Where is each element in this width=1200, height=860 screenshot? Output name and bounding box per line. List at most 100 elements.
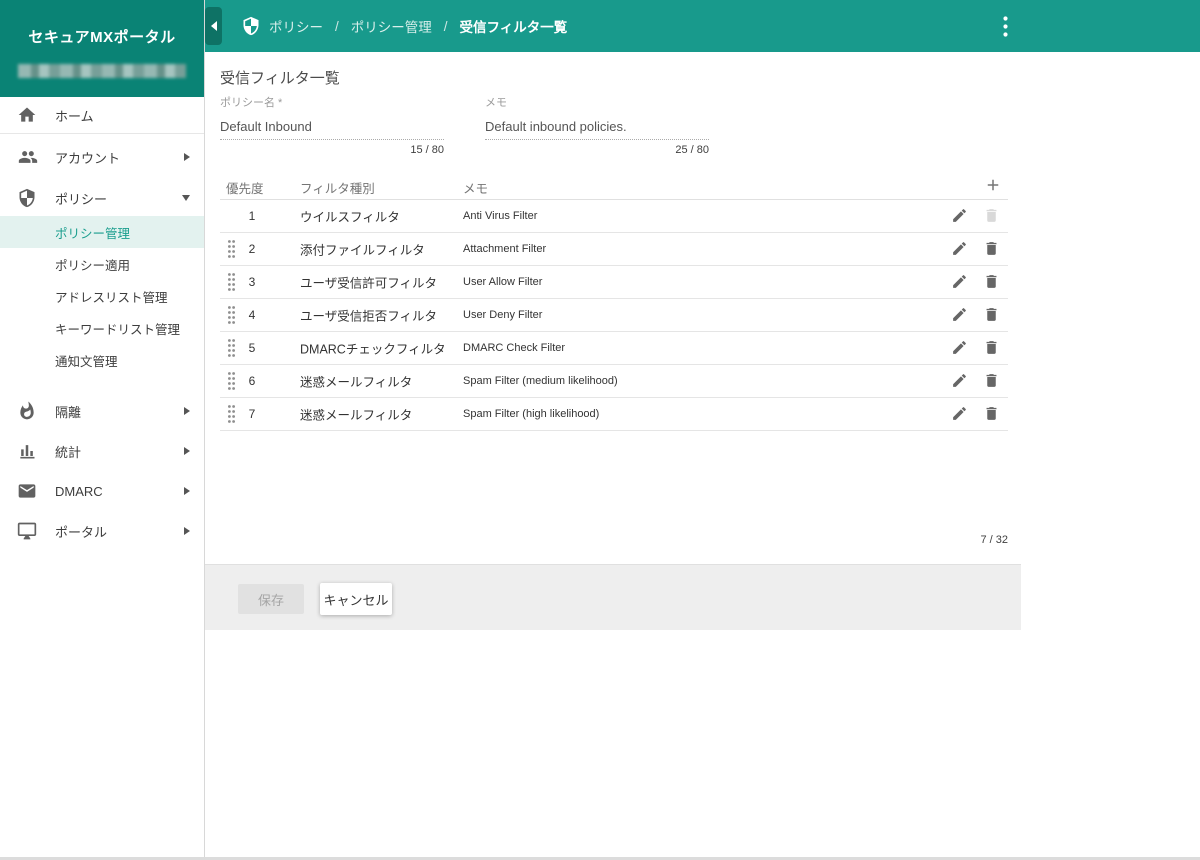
table-row: 1 ウイルスフィルタ Anti Virus Filter [220,200,1008,233]
row-memo: User Deny Filter [463,309,543,321]
edit-button[interactable] [951,240,969,258]
drag-handle-icon[interactable] [227,239,236,259]
edit-button[interactable] [951,273,969,291]
drag-handle-icon[interactable] [227,272,236,292]
sidebar-item-policy-management[interactable]: ポリシー管理 [0,216,204,248]
sidebar-item-statistics[interactable]: 統計 [0,431,204,471]
delete-button [983,207,1001,225]
delete-button[interactable] [983,240,1001,258]
policy-name-field: ポリシー名 * Default Inbound 15 / 80 [220,94,444,156]
delete-button[interactable] [983,339,1001,357]
table-row: 4 ユーザ受信拒否フィルタ User Deny Filter [220,299,1008,332]
table-row: 5 DMARCチェックフィルタ DMARC Check Filter [220,332,1008,365]
sidebar-item-label: ポリシー [55,191,108,207]
chevron-down-icon [182,195,190,201]
app-logo-box: セキュアMXポータル [0,0,204,97]
table-header: 優先度 フィルタ種別 メモ [220,170,1008,200]
row-memo: Spam Filter (medium likelihood) [463,375,618,387]
delete-button[interactable] [983,372,1001,390]
mail-icon [17,481,39,501]
account-name-redacted [18,64,186,78]
sidebar-item-home[interactable]: ホーム [0,97,204,133]
chevron-right-icon [184,153,190,161]
row-filter-type: ウイルスフィルタ [300,210,400,225]
edit-button[interactable] [951,372,969,390]
row-filter-type: ユーザ受信拒否フィルタ [300,309,438,324]
drag-handle-icon[interactable] [227,338,236,358]
monitor-icon [17,521,39,541]
breadcrumb-policy[interactable]: ポリシー [269,16,323,36]
edit-button[interactable] [951,339,969,357]
memo-field: メモ Default inbound policies. 25 / 80 [485,94,709,156]
row-priority: 6 [248,374,256,388]
breadcrumb-separator: / [443,18,448,34]
sidebar-item-label: 統計 [55,444,82,460]
delete-button[interactable] [983,405,1001,423]
sidebar-item-account[interactable]: アカウント [0,134,204,180]
table-row: 2 添付ファイルフィルタ Attachment Filter [220,233,1008,266]
sidebar-item-policy[interactable]: ポリシー [0,180,204,216]
app-title: セキュアMXポータル [28,29,176,46]
people-icon [17,147,39,167]
column-header-priority: 優先度 [226,182,264,196]
row-priority: 5 [248,341,256,355]
row-memo: User Allow Filter [463,276,543,288]
delete-button[interactable] [983,306,1001,324]
drag-handle-icon[interactable] [227,371,236,391]
table-row: 6 迷惑メールフィルタ Spam Filter (medium likeliho… [220,365,1008,398]
cancel-button[interactable]: キャンセル [320,583,392,615]
home-icon [17,105,39,125]
row-memo: DMARC Check Filter [463,342,566,354]
sidebar-item-label: ホーム [55,108,94,124]
row-memo: Anti Virus Filter [463,210,538,222]
delete-button[interactable] [983,273,1001,291]
drag-handle-icon[interactable] [227,305,236,325]
edit-button[interactable] [951,306,969,324]
sidebar-item-policy-apply[interactable]: ポリシー適用 [0,248,204,280]
action-footer: 保存 キャンセル [205,564,1021,630]
drag-handle-icon[interactable] [227,404,236,424]
policy-name-counter: 15 / 80 [410,144,444,156]
flame-icon [17,401,39,421]
row-memo: Spam Filter (high likelihood) [463,408,600,420]
sidebar-subitem-label: アドレスリスト管理 [55,290,168,305]
memo-input[interactable]: Default inbound policies. [485,119,709,140]
filter-table: 優先度 フィルタ種別 メモ 1 ウイルスフィルタ Anti Virus Filt… [220,170,1008,431]
add-filter-button[interactable] [982,174,1004,196]
table-row: 7 迷惑メールフィルタ Spam Filter (high likelihood… [220,398,1008,431]
bar-chart-icon [17,441,39,461]
row-priority: 7 [248,407,256,421]
sidebar-collapse-button[interactable] [205,7,222,45]
chevron-right-icon [184,407,190,415]
chevron-right-icon [184,527,190,535]
sidebar-item-label: 隔離 [55,404,82,420]
sidebar: セキュアMXポータル ホーム アカウント ポリシー ポリシー管理 ポリシー適用 … [0,0,205,860]
sidebar-item-quarantine[interactable]: 隔離 [0,391,204,431]
edit-button[interactable] [951,207,969,225]
sidebar-item-address-list[interactable]: アドレスリスト管理 [0,280,204,312]
sidebar-subitem-label: キーワードリスト管理 [55,322,181,337]
policy-name-input[interactable]: Default Inbound [220,119,444,140]
row-filter-type: 添付ファイルフィルタ [300,243,425,258]
sidebar-item-dmarc[interactable]: DMARC [0,471,204,511]
main-content: 受信フィルタ一覧 ポリシー名 * Default Inbound 15 / 80… [205,52,1200,860]
sidebar-subitem-label: 通知文管理 [55,354,118,369]
sidebar-item-notification[interactable]: 通知文管理 [0,344,204,376]
chevron-right-icon [184,487,190,495]
edit-button[interactable] [951,405,969,423]
table-body: 1 ウイルスフィルタ Anti Virus Filter 2 添付ファイルフィル… [220,200,1008,431]
memo-label: メモ [485,97,507,109]
column-header-memo: メモ [463,182,489,196]
table-row: 3 ユーザ受信許可フィルタ User Allow Filter [220,266,1008,299]
sidebar-item-label: アカウント [55,150,121,166]
row-filter-type: DMARCチェックフィルタ [300,342,446,357]
page-title: 受信フィルタ一覧 [220,70,340,87]
memo-counter: 25 / 80 [675,144,709,156]
row-filter-type: 迷惑メールフィルタ [300,408,413,423]
policy-name-label: ポリシー名 * [220,97,283,109]
breadcrumb-policy-management[interactable]: ポリシー管理 [351,16,432,36]
row-priority: 2 [248,242,256,256]
kebab-menu-icon[interactable] [994,13,1016,39]
sidebar-item-keyword-list[interactable]: キーワードリスト管理 [0,312,204,344]
sidebar-item-portal[interactable]: ポータル [0,511,204,551]
